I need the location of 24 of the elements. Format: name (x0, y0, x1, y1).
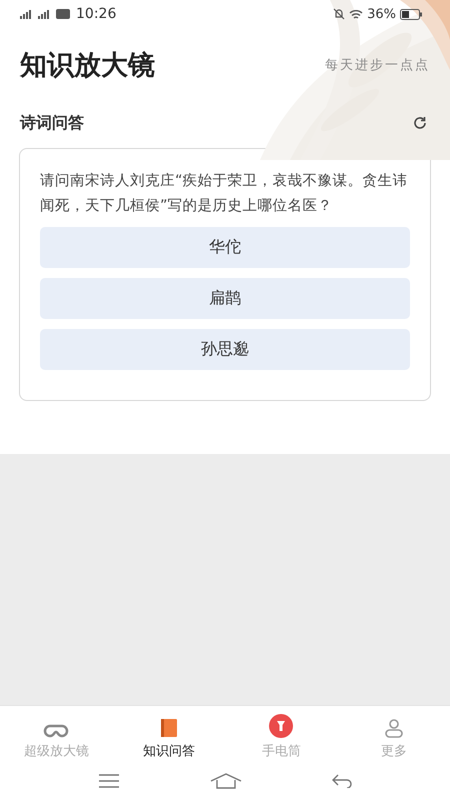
app-title: 知识放大镜 (20, 49, 155, 83)
wifi-icon (349, 8, 364, 20)
menu-icon[interactable] (98, 774, 120, 788)
battery-icon (400, 8, 422, 20)
home-icon[interactable] (210, 773, 242, 789)
section-title: 诗词问答 (20, 112, 84, 134)
signal-icon (38, 9, 52, 19)
answer-option[interactable]: 华佗 (40, 227, 410, 268)
back-icon[interactable] (332, 774, 352, 788)
person-icon (384, 718, 404, 738)
nav-tab[interactable]: 知识问答 (118, 718, 219, 760)
question-text: 请问南宋诗人刘克庄“疾始于荣卫，哀哉不豫谋。贪生讳闻死，天下几桓侯”写的是历史上哪位名医？ (40, 172, 409, 216)
battery-percent: 36% (367, 6, 396, 22)
signal-icon (20, 9, 34, 19)
mute-icon (333, 8, 346, 20)
flashlight-icon (269, 714, 294, 738)
book-icon (158, 718, 179, 738)
goggles-icon (43, 724, 70, 738)
hd-icon (56, 9, 70, 19)
refresh-icon[interactable] (413, 116, 427, 130)
answer-option[interactable]: 扁鹊 (40, 278, 410, 319)
status-time: 10:26 (76, 6, 116, 22)
slogan: 每天进步一点点 (325, 57, 430, 74)
answer-option[interactable]: 孙思邈 (40, 329, 410, 370)
